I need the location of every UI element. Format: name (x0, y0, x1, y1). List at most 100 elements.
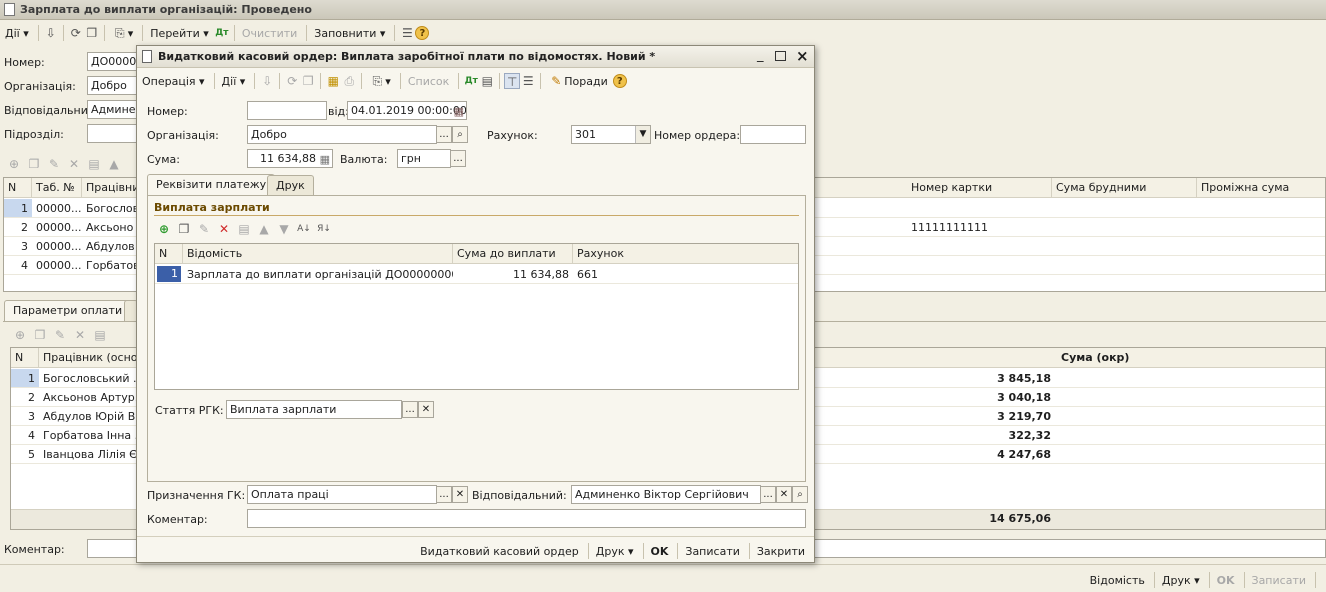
search-icon[interactable]: ⌕ (452, 126, 468, 143)
responsible-clear-icon[interactable]: ✕ (776, 486, 792, 503)
sum-field[interactable]: 11 634,88 ▦ (247, 149, 333, 168)
statement-button[interactable]: Відомість (1087, 570, 1148, 590)
dialog-save-button[interactable]: Записати (682, 541, 742, 561)
refresh-icon[interactable]: ⟳ (68, 25, 84, 41)
col-n: N (155, 244, 183, 263)
help-icon[interactable]: ? (415, 26, 430, 40)
calendar-icon[interactable]: ▦ (454, 103, 464, 119)
operation-menu[interactable]: Операція ▾ (139, 71, 208, 91)
section-rule (154, 215, 799, 216)
delete-row-icon[interactable]: ✕ (72, 327, 88, 343)
number-field[interactable] (247, 101, 327, 120)
clear-button[interactable]: Очистити (239, 23, 300, 43)
move-up-icon[interactable]: ▲ (106, 156, 122, 172)
chevron-down-icon[interactable]: ▼ (635, 126, 650, 143)
order-number-label: Номер ордера: (654, 129, 741, 142)
org-field[interactable]: Добро (247, 125, 437, 144)
currency-label: Валюта: (340, 153, 388, 166)
rgk-select-button[interactable]: ... (402, 401, 418, 418)
copy-icon[interactable]: ❐ (300, 73, 316, 89)
col-tab: Таб. № (32, 178, 82, 197)
tab-print[interactable]: Друк (267, 175, 314, 196)
tab-payment-details[interactable]: Реквізити платежу (147, 174, 276, 196)
journal-icon[interactable]: ▤ (479, 73, 495, 89)
dialog-close-button[interactable]: Закрити (754, 541, 808, 561)
move-up-icon[interactable]: ▲ (256, 221, 272, 237)
end-edit-icon[interactable]: ▤ (92, 327, 108, 343)
print-preview-icon[interactable]: ▦ (325, 73, 341, 89)
delete-row-icon[interactable]: ✕ (66, 156, 82, 172)
purpose-clear-icon[interactable]: ✕ (452, 486, 468, 503)
dt-kt-icon[interactable]: Дт (214, 25, 230, 41)
tips-button[interactable]: ✎ Поради (545, 71, 610, 91)
save-button[interactable]: Записати (1249, 570, 1309, 590)
purpose-field[interactable]: Оплата праці (247, 485, 437, 504)
end-edit-icon[interactable]: ▤ (86, 156, 102, 172)
main-toolbar: Дії ▾ ⇩ ⟳ ❐ ⎘ ▾ Перейти ▾ Дт Очистити Зап… (0, 21, 1326, 45)
dialog-toolbar: Операція ▾ Дії ▾ ⇩ ⟳ ❐ ▦ ⎙ ⎘ ▾ Список Дт … (139, 69, 814, 93)
add-row-icon[interactable]: ⊕ (6, 156, 22, 172)
ok-button[interactable]: OK (1214, 570, 1238, 590)
sort-desc-icon[interactable]: Я↓ (316, 221, 332, 237)
sort-asc-icon[interactable]: A↓ (296, 221, 312, 237)
rgk-field[interactable]: Виплата зарплати (226, 400, 402, 419)
dialog-title-bar: Видатковий касовий ордер: Виплата заробі… (137, 46, 814, 68)
delete-row-icon[interactable]: ✕ (216, 221, 232, 237)
comment-field[interactable] (247, 509, 806, 528)
tab-payment-params[interactable]: Параметри оплати (4, 300, 132, 322)
edit-row-icon[interactable]: ✎ (46, 156, 62, 172)
structure-pressed-icon[interactable]: ⊤ (504, 73, 521, 89)
rgk-clear-icon[interactable]: ✕ (418, 401, 434, 418)
org-select-button[interactable]: ... (436, 126, 452, 143)
responsible-select-button[interactable]: ... (760, 486, 776, 503)
col-worker: Працівник (82, 178, 142, 197)
dialog-print-menu[interactable]: Друк ▾ (593, 541, 637, 561)
print-icon[interactable]: ⎙ (341, 73, 357, 89)
dialog-actions-menu[interactable]: Дії ▾ (219, 71, 249, 91)
based-on-menu[interactable]: ⎘ ▾ (109, 23, 137, 43)
refresh-icon[interactable]: ⟳ (284, 73, 300, 89)
currency-select-button[interactable]: ... (450, 150, 466, 167)
copy-row-icon[interactable]: ❐ (32, 327, 48, 343)
search-icon[interactable]: ⌕ (792, 486, 808, 503)
minimize-icon[interactable]: _ (757, 48, 764, 63)
actions-menu[interactable]: Дії ▾ (2, 23, 32, 43)
structure-icon[interactable]: ☰ (399, 25, 415, 41)
account-select[interactable]: 301 ▼ (571, 125, 651, 144)
cash-order-button[interactable]: Видатковий касовий ордер (417, 541, 582, 561)
main-number-label: Номер: (4, 56, 45, 69)
table-row[interactable]: 1 Зарплата до виплати організацій ДО0000… (155, 265, 798, 284)
list-button[interactable]: Список (405, 71, 452, 91)
print-menu[interactable]: Друк ▾ (1159, 570, 1203, 590)
fill-menu[interactable]: Заповнити ▾ (311, 23, 388, 43)
calculator-icon[interactable]: ▦ (320, 151, 330, 167)
edit-row-icon[interactable]: ✎ (52, 327, 68, 343)
go-menu[interactable]: Перейти ▾ (147, 23, 212, 43)
based-on-menu[interactable]: ⎘ ▾ (366, 71, 394, 91)
org-label: Організація: (147, 129, 219, 142)
edit-row-icon[interactable]: ✎ (196, 221, 212, 237)
dialog-ok-button[interactable]: OK (648, 541, 672, 561)
order-number-field[interactable] (740, 125, 806, 144)
date-field[interactable]: 04.01.2019 00:00:00 ▦ (347, 101, 467, 120)
copy-row-icon[interactable]: ❐ (26, 156, 42, 172)
structure-icon[interactable]: ☰ (520, 73, 536, 89)
add-row-icon[interactable]: ⊕ (12, 327, 28, 343)
purpose-label: Призначення ГК: (147, 489, 246, 502)
col-card: Номер картки (907, 178, 1052, 197)
move-down-icon[interactable]: ▼ (276, 221, 292, 237)
close-icon[interactable]: × (796, 47, 809, 65)
copy-row-icon[interactable]: ❐ (176, 221, 192, 237)
responsible-field[interactable]: Админенко Віктор Сергійович (571, 485, 761, 504)
dt-kt-icon[interactable]: Дт (463, 73, 479, 89)
purpose-select-button[interactable]: ... (436, 486, 452, 503)
main-title: Зарплата до виплати організацій: Проведе… (20, 3, 312, 16)
maximize-icon[interactable] (775, 51, 786, 61)
add-row-icon[interactable]: ⊕ (156, 221, 172, 237)
help-icon[interactable]: ? (612, 74, 627, 88)
currency-field[interactable]: грн (397, 149, 451, 168)
end-edit-icon[interactable]: ▤ (236, 221, 252, 237)
copy-icon[interactable]: ❐ (84, 25, 100, 41)
post-close-icon[interactable]: ⇩ (43, 25, 59, 41)
post-close-icon[interactable]: ⇩ (259, 73, 275, 89)
